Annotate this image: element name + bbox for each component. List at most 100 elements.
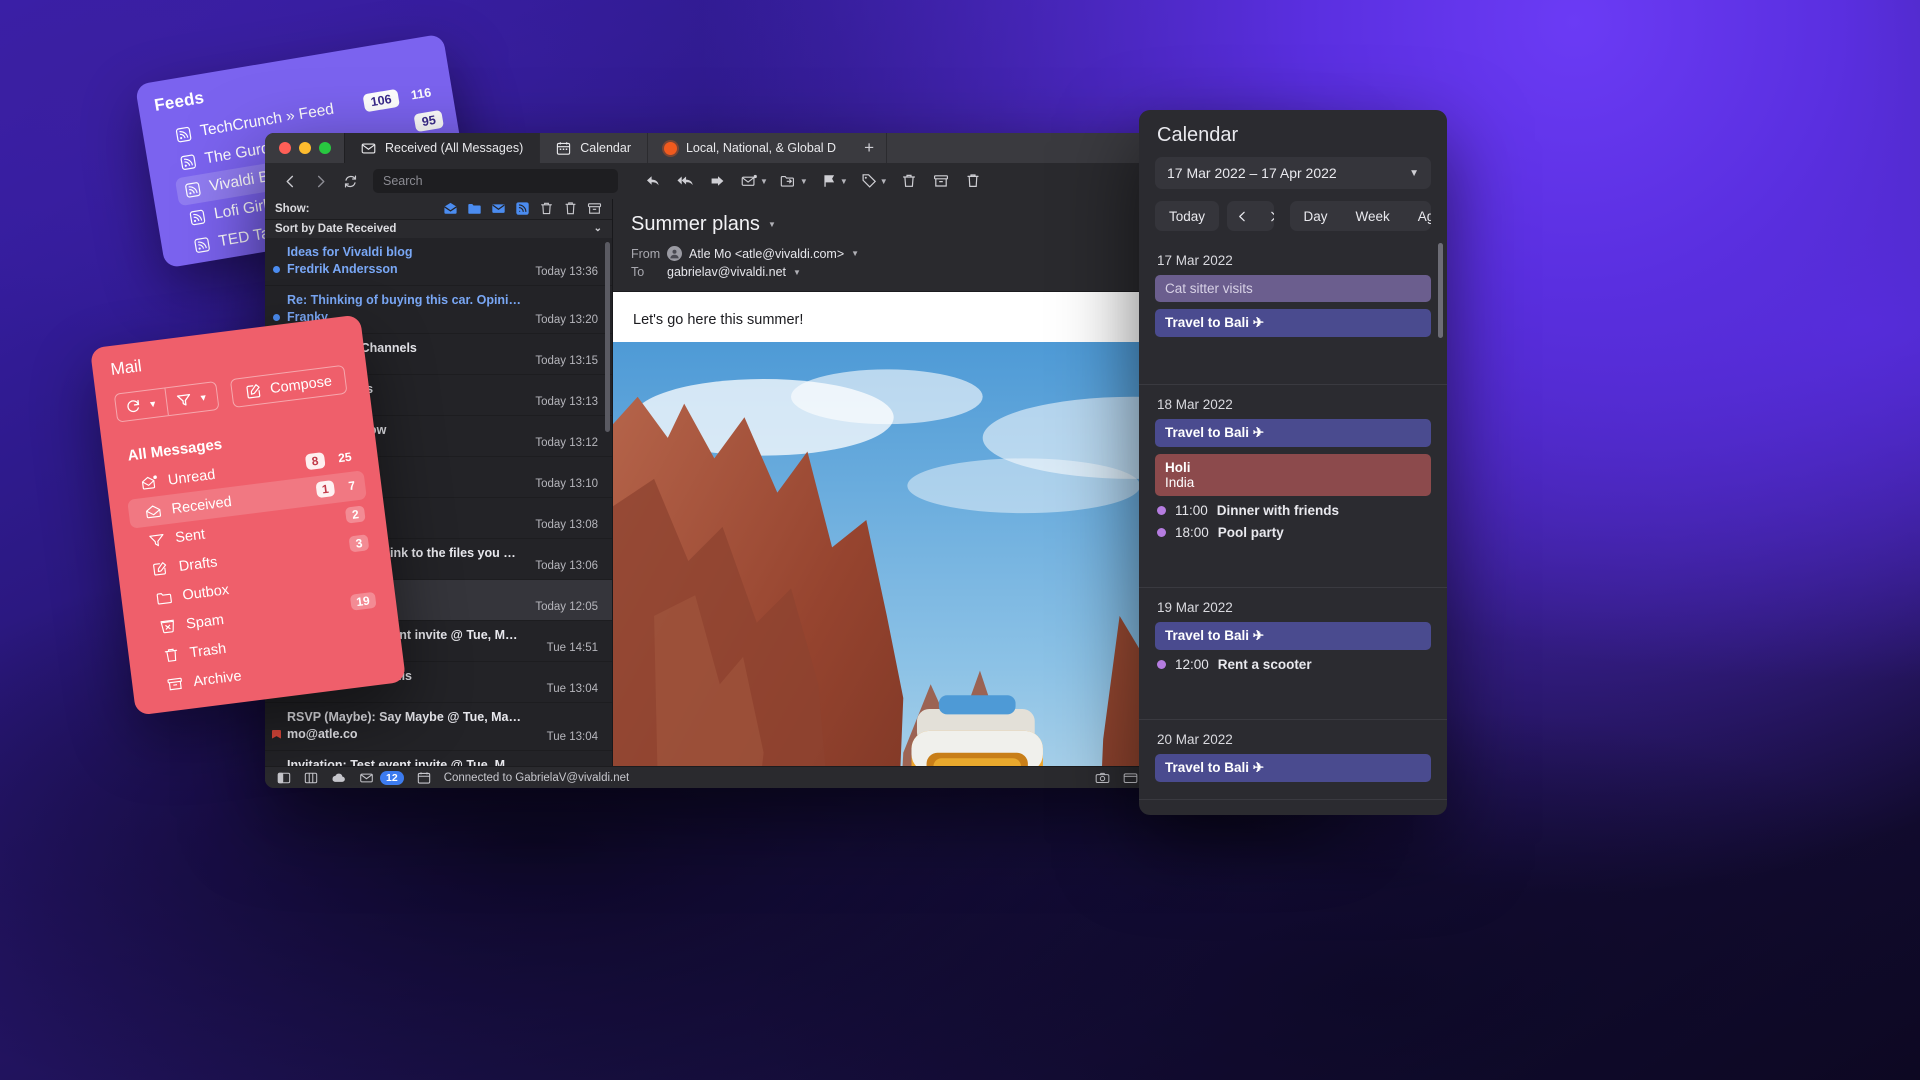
- spam-icon: [160, 619, 174, 634]
- chevron-down-icon[interactable]: ⌄: [594, 223, 602, 234]
- table-row[interactable]: Invitation: Test event invite @ Tue, Mar…: [265, 751, 612, 766]
- forward-icon: [317, 175, 324, 187]
- calendar-event[interactable]: 12:00 Rent a scooter: [1157, 657, 1431, 672]
- message-time: Today 13:12: [535, 436, 598, 449]
- event-title: Pool party: [1217, 525, 1284, 540]
- total-badge: 19: [349, 591, 377, 611]
- reload-button[interactable]: [335, 167, 365, 195]
- calendar-event[interactable]: Travel to Bali ✈: [1155, 754, 1431, 782]
- capture-icon[interactable]: [1095, 771, 1110, 785]
- calendar-event[interactable]: 18:00 Pool party: [1157, 525, 1431, 540]
- calendar-event[interactable]: Cat sitter visits: [1155, 275, 1431, 302]
- reply-all-button[interactable]: [670, 167, 700, 195]
- chevron-down-icon[interactable]: ▼: [840, 177, 848, 186]
- feed-total-badge: 116: [409, 85, 433, 103]
- chevron-down-icon[interactable]: ▼: [800, 177, 808, 186]
- archive-icon: [933, 175, 948, 187]
- event-bullet-icon: [1157, 660, 1166, 669]
- folder-filter-icon[interactable]: [467, 201, 482, 216]
- new-tab-button[interactable]: +: [852, 133, 886, 163]
- chevron-down-icon[interactable]: ▼: [148, 398, 158, 409]
- view-day-button[interactable]: Day: [1290, 201, 1342, 231]
- archive-button[interactable]: [926, 167, 956, 195]
- calendar-event[interactable]: 11:00 Dinner with friends: [1157, 503, 1431, 518]
- unread-badge: 1: [315, 479, 336, 499]
- back-button[interactable]: [275, 167, 305, 195]
- agenda-list[interactable]: 17 Mar 2022 Cat sitter visits Travel to …: [1139, 241, 1447, 801]
- prev-period-button[interactable]: [1227, 201, 1258, 231]
- refresh-button[interactable]: ▼: [115, 388, 168, 421]
- sent-icon: [149, 534, 164, 547]
- tiling-icon[interactable]: [304, 771, 318, 785]
- delete-button[interactable]: [894, 167, 924, 195]
- rss-filter-icon[interactable]: [515, 201, 530, 216]
- sort-row[interactable]: Sort by Date Received ⌄: [265, 218, 612, 238]
- calendar-event[interactable]: Travel to Bali ✈: [1155, 419, 1431, 447]
- chevron-down-icon[interactable]: ▼: [768, 220, 776, 229]
- chevron-down-icon[interactable]: ▼: [880, 177, 888, 186]
- message-subject: RSVP (Maybe): Say Maybe @ Tue, Mar 15 20…: [287, 709, 598, 724]
- forward-button[interactable]: [305, 167, 335, 195]
- chevron-down-icon[interactable]: ▼: [760, 177, 768, 186]
- delete-permanently-button[interactable]: [958, 167, 988, 195]
- calendar-event[interactable]: Travel to Bali ✈: [1155, 622, 1431, 650]
- trash-filter-icon[interactable]: [539, 201, 554, 216]
- table-row[interactable]: RSVP (Maybe): Say Maybe @ Tue, Mar 15 20…: [265, 703, 612, 751]
- envelope-icon[interactable]: [359, 771, 374, 785]
- window-icon[interactable]: [1123, 771, 1138, 785]
- view-agenda-button[interactable]: Agenda: [1404, 201, 1431, 231]
- calendar-event[interactable]: Holi India: [1155, 454, 1431, 496]
- search-input[interactable]: Search: [373, 169, 618, 193]
- sidebar-item-label: Unread: [167, 466, 217, 489]
- refresh-icon: [127, 399, 140, 412]
- filter-button[interactable]: ▼: [164, 382, 219, 416]
- archive-filter-icon[interactable]: [587, 201, 602, 216]
- tab-calendar[interactable]: Calendar: [539, 133, 647, 163]
- chevron-down-icon[interactable]: ▼: [793, 268, 801, 277]
- table-row[interactable]: Ideas for Vivaldi blog Fredrik Andersson…: [265, 238, 612, 286]
- sidebar-item-badges: 8 25: [304, 448, 359, 471]
- agenda-day: 17 Mar 2022 Cat sitter visits Travel to …: [1139, 241, 1447, 385]
- tab-received[interactable]: Received (All Messages): [344, 133, 540, 163]
- message-time: Today 13:20: [535, 313, 598, 326]
- compose-button[interactable]: Compose: [229, 364, 348, 408]
- calendar-title: Calendar: [1157, 124, 1239, 146]
- agenda-scrollbar[interactable]: [1438, 243, 1443, 338]
- message-time: Tue 13:04: [546, 682, 598, 695]
- envelope-icon: [361, 143, 376, 153]
- reply-button[interactable]: [638, 167, 668, 195]
- minimize-button[interactable]: [299, 142, 311, 154]
- envelope-filter-icon[interactable]: [491, 201, 506, 216]
- agenda-date: 17 Mar 2022: [1157, 253, 1233, 268]
- next-period-button[interactable]: [1258, 201, 1274, 231]
- chevron-down-icon[interactable]: ▼: [198, 392, 208, 403]
- event-time: 11:00: [1175, 503, 1208, 518]
- rss-icon: [194, 237, 210, 253]
- calendar-event[interactable]: Travel to Bali ✈: [1155, 309, 1431, 337]
- view-week-button[interactable]: Week: [1342, 201, 1404, 231]
- close-button[interactable]: [279, 142, 291, 154]
- envelope-unread-icon[interactable]: [443, 201, 458, 216]
- feed-item-label: Lofi Girl: [212, 196, 269, 223]
- today-button[interactable]: Today: [1155, 201, 1220, 231]
- date-range-selector[interactable]: 17 Mar 2022 – 17 Apr 2022 ▼: [1155, 157, 1431, 189]
- event-bullet-icon: [1157, 506, 1166, 515]
- calendar-controls: Today Day Week Agenda: [1155, 201, 1431, 231]
- chevron-down-icon[interactable]: ▼: [1409, 168, 1419, 179]
- cloud-icon[interactable]: [331, 771, 346, 785]
- rss-icon: [189, 209, 206, 226]
- trash-can-filter-icon[interactable]: [563, 201, 578, 216]
- show-filter-row: Show:: [265, 199, 612, 219]
- chevron-down-icon[interactable]: ▼: [851, 249, 859, 258]
- message-list-scrollbar[interactable]: [605, 241, 610, 432]
- sidebar-item-label: Trash: [188, 640, 228, 661]
- calendar-icon[interactable]: [417, 771, 431, 785]
- tab-feed-local-national-global[interactable]: Local, National, & Global D: [646, 133, 852, 163]
- maximize-button[interactable]: [319, 142, 331, 154]
- forward-mail-button[interactable]: [702, 167, 732, 195]
- unread-dot-icon: [273, 265, 280, 273]
- message-time: Today 13:06: [535, 559, 598, 572]
- rss-icon: [185, 182, 201, 198]
- panel-toggle-icon[interactable]: [277, 771, 291, 785]
- from-label: From: [631, 246, 661, 261]
